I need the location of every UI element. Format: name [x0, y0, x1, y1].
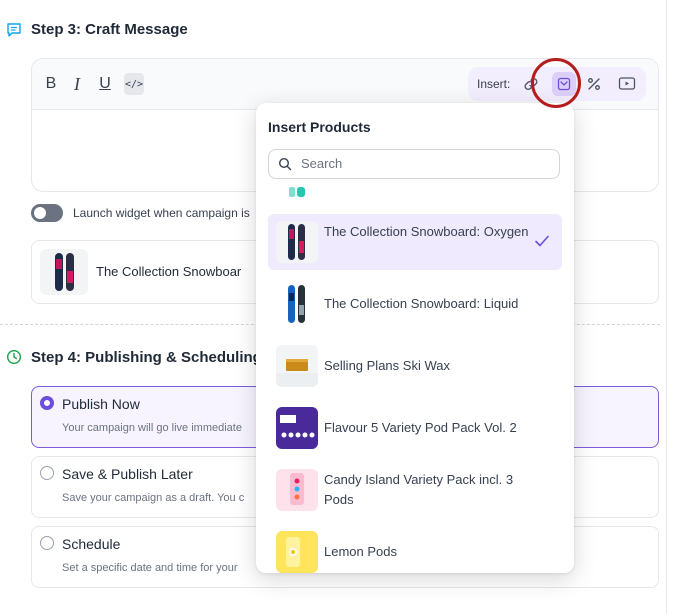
product-thumbnail — [276, 221, 318, 263]
product-option-liquid[interactable]: The Collection Snowboard: Liquid — [268, 276, 562, 332]
product-option-candy-island[interactable]: Candy Island Variety Pack incl. 3 Pods — [268, 462, 562, 518]
publish-now-radio[interactable] — [40, 396, 54, 410]
toggle-knob — [34, 207, 46, 219]
insert-label: Insert: — [477, 77, 511, 91]
message-icon — [7, 23, 21, 37]
product-option-flavour-pack[interactable]: Flavour 5 Variety Pod Pack Vol. 2 — [268, 400, 562, 456]
product-option-ski-wax[interactable]: Selling Plans Ski Wax — [268, 338, 562, 394]
save-later-radio[interactable] — [40, 466, 54, 480]
launch-widget-toggle[interactable] — [31, 204, 63, 222]
check-icon — [535, 235, 549, 247]
step3-title: Step 3: Craft Message — [31, 21, 188, 38]
option-description: Your campaign will go live immediate — [62, 422, 242, 434]
product-name: Flavour 5 Variety Pod Pack Vol. 2 — [324, 420, 517, 435]
code-button[interactable]: </> — [124, 73, 144, 95]
step4-title: Step 4: Publishing & Scheduling — [31, 349, 262, 366]
option-title: Publish Now — [62, 396, 140, 412]
product-option-oxygen[interactable]: The Collection Snowboard: Oxygen — [268, 214, 562, 270]
product-name: Candy Island Variety Pack incl. 3 Pods — [324, 472, 514, 507]
product-thumbnail — [276, 531, 318, 573]
product-option-lemon-pods[interactable]: Lemon Pods — [268, 524, 562, 573]
product-name: The Collection Snowboard: Liquid — [324, 296, 519, 311]
dropdown-title: Insert Products — [268, 119, 371, 135]
schedule-radio[interactable] — [40, 536, 54, 550]
product-name: The Collection Snowboard: Oxygen — [324, 224, 529, 239]
product-name: Selling Plans Ski Wax — [324, 358, 450, 373]
selected-product-name: The Collection Snowboar — [96, 264, 242, 279]
option-title: Schedule — [62, 536, 121, 552]
product-thumbnail — [40, 249, 88, 295]
option-description: Save your campaign as a draft. You c — [62, 492, 245, 504]
product-thumbnail — [276, 469, 318, 511]
product-thumbnail — [276, 283, 318, 325]
clock-icon — [6, 349, 22, 365]
video-icon[interactable] — [618, 76, 636, 92]
search-icon — [278, 157, 292, 171]
discount-icon[interactable] — [586, 76, 602, 92]
option-description: Set a specific date and time for your — [62, 562, 238, 574]
bold-button[interactable]: B — [42, 73, 60, 95]
launch-widget-label: Launch widget when campaign is — [73, 206, 250, 220]
underline-button[interactable]: U — [96, 73, 114, 95]
product-thumbnail — [276, 407, 318, 449]
highlight-ring — [531, 58, 581, 108]
product-search — [268, 149, 560, 179]
product-thumbnail — [289, 187, 305, 197]
insert-products-dropdown: Insert Products The Collection Snowboard… — [256, 103, 574, 573]
panel-edge — [666, 0, 667, 614]
italic-button[interactable]: I — [68, 73, 86, 95]
product-thumbnail — [276, 345, 318, 387]
search-input[interactable] — [301, 156, 541, 171]
product-name: Lemon Pods — [324, 544, 397, 559]
option-title: Save & Publish Later — [62, 466, 193, 482]
